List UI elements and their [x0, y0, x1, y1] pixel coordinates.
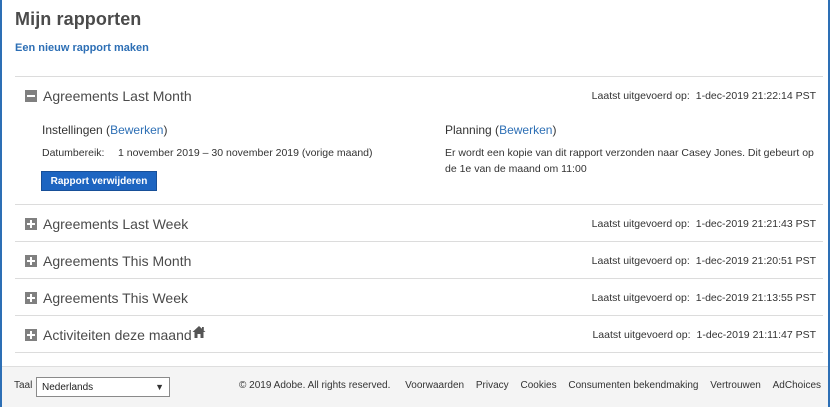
dropdown-arrow-icon: ▼ — [155, 382, 164, 392]
report-name[interactable]: Agreements This Month — [43, 253, 191, 269]
report-header[interactable]: Agreements Last Month Laatst uitgevoerd … — [15, 77, 823, 113]
settings-label: Instellingen — [42, 123, 103, 137]
last-run: Laatst uitgevoerd op: 1-dec-2019 21:22:14… — [592, 90, 816, 102]
date-range-value: 1 november 2019 – 30 november 2019 (vori… — [118, 147, 373, 159]
expand-icon[interactable] — [25, 218, 37, 230]
footer-link-consumer-disclosure[interactable]: Consumenten bekendmaking — [568, 380, 698, 391]
expand-icon[interactable] — [25, 329, 37, 341]
delete-report-button[interactable]: Rapport verwijderen — [41, 171, 157, 191]
last-run-value: 1-dec-2019 21:20:51 PST — [695, 255, 816, 267]
report-item: Agreements This Week Laatst uitgevoerd o… — [15, 279, 823, 316]
report-details: Instellingen (Bewerken) Datumbereik: 1 n… — [15, 113, 823, 204]
last-run: Laatst uitgevoerd op: 1-dec-2019 21:13:55… — [592, 292, 816, 304]
schedule-text: Er wordt een kopie van dit rapport verzo… — [445, 147, 814, 175]
report-item: Agreements Last Week Laatst uitgevoerd o… — [15, 205, 823, 242]
copyright: © 2019 Adobe. All rights reserved. — [239, 380, 391, 391]
last-run-value: 1-dec-2019 21:21:43 PST — [695, 218, 816, 230]
report-name[interactable]: Agreements This Week — [43, 290, 188, 306]
edit-settings-link[interactable]: Bewerken — [110, 123, 163, 137]
last-run: Laatst uitgevoerd op: 1-dec-2019 21:21:43… — [592, 218, 816, 230]
report-header[interactable]: Agreements Last Week Laatst uitgevoerd o… — [15, 205, 823, 241]
report-item: Activiteiten deze maand Laatst uitgevoer… — [15, 316, 823, 353]
schedule-heading: Planning (Bewerken) — [445, 123, 557, 137]
edit-schedule-link[interactable]: Bewerken — [499, 123, 552, 137]
footer-link-privacy[interactable]: Privacy — [476, 380, 509, 391]
date-range-label: Datumbereik: — [42, 147, 105, 159]
report-name[interactable]: Agreements Last Week — [43, 216, 188, 232]
footer-link-voorwaarden[interactable]: Voorwaarden — [405, 380, 464, 391]
last-run: Laatst uitgevoerd op: 1-dec-2019 21:11:47… — [592, 329, 816, 341]
last-run-label: Laatst uitgevoerd op: — [592, 329, 691, 341]
footer-link-adchoices[interactable]: AdChoices — [773, 380, 821, 391]
settings-heading: Instellingen (Bewerken) — [42, 123, 168, 137]
footer-link-trust[interactable]: Vertrouwen — [710, 380, 761, 391]
footer-links: © 2019 Adobe. All rights reserved. Voorw… — [239, 380, 821, 391]
page-title: Mijn rapporten — [15, 9, 142, 29]
last-run-label: Laatst uitgevoerd op: — [591, 255, 690, 267]
language-select[interactable]: Nederlands ▼ — [36, 377, 170, 397]
last-run-value: 1-dec-2019 21:13:55 PST — [695, 292, 816, 304]
last-run-value: 1-dec-2019 21:22:14 PST — [695, 90, 816, 102]
report-header[interactable]: Activiteiten deze maand Laatst uitgevoer… — [15, 316, 823, 352]
home-icon — [192, 326, 206, 338]
language-label: Taal — [14, 380, 33, 391]
expand-icon[interactable] — [25, 255, 37, 267]
report-header[interactable]: Agreements This Week Laatst uitgevoerd o… — [15, 279, 823, 315]
last-run-label: Laatst uitgevoerd op: — [591, 292, 690, 304]
footer-link-cookies[interactable]: Cookies — [520, 380, 556, 391]
language-value: Nederlands — [42, 382, 94, 393]
last-run: Laatst uitgevoerd op: 1-dec-2019 21:20:51… — [592, 255, 816, 267]
expand-icon[interactable] — [25, 292, 37, 304]
new-report-link[interactable]: Een nieuw rapport maken — [15, 42, 149, 54]
last-run-label: Laatst uitgevoerd op: — [591, 90, 690, 102]
report-item: Agreements This Month Laatst uitgevoerd … — [15, 242, 823, 279]
reports-list: Agreements Last Month Laatst uitgevoerd … — [15, 76, 823, 353]
report-item: Agreements Last Month Laatst uitgevoerd … — [15, 77, 823, 205]
collapse-icon[interactable] — [25, 90, 37, 102]
footer: Taal Nederlands ▼ © 2019 Adobe. All righ… — [2, 366, 828, 407]
report-header[interactable]: Agreements This Month Laatst uitgevoerd … — [15, 242, 823, 278]
last-run-value: 1-dec-2019 21:11:47 PST — [696, 329, 816, 341]
last-run-label: Laatst uitgevoerd op: — [591, 218, 690, 230]
schedule-label: Planning — [445, 123, 492, 137]
report-name[interactable]: Activiteiten deze maand — [43, 327, 192, 343]
report-name[interactable]: Agreements Last Month — [43, 88, 192, 104]
